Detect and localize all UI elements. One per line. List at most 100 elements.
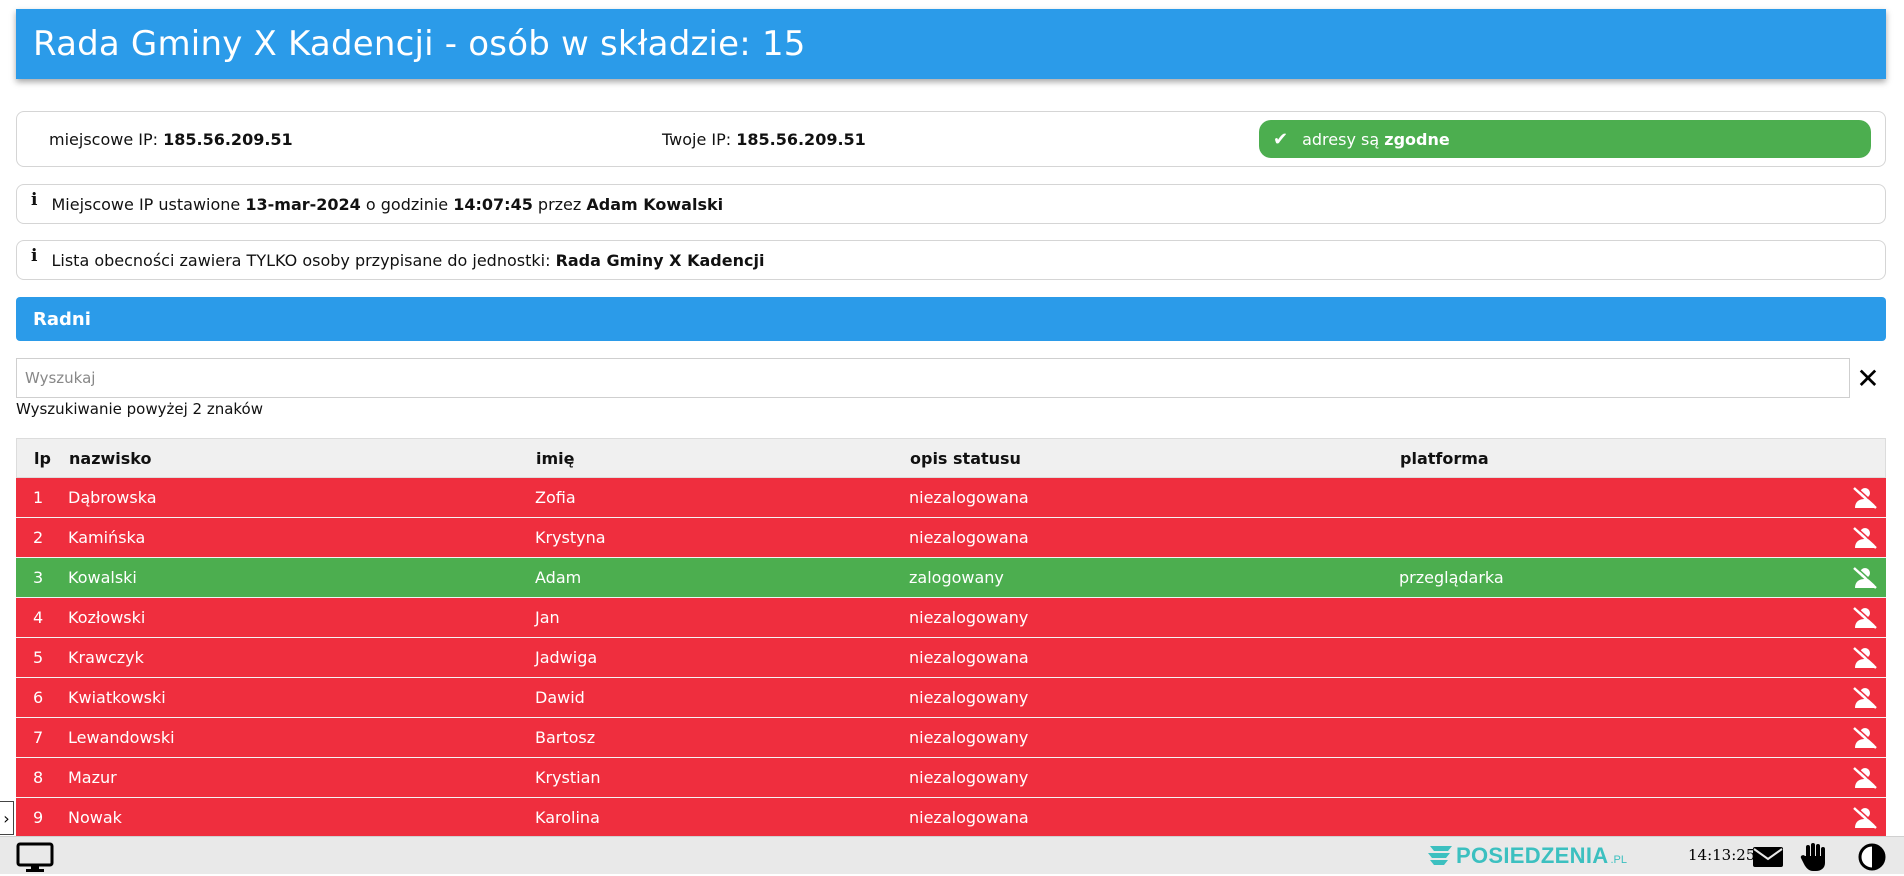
logo-text: POSIEDZENIA xyxy=(1456,843,1609,868)
hand-icon[interactable] xyxy=(1800,842,1828,876)
cell-nazwisko: Kozłowski xyxy=(68,608,146,627)
posiedzenia-logo: POSIEDZENIA .PL xyxy=(1426,843,1627,869)
ip-set-at: o godzinie xyxy=(365,194,449,214)
monitor-icon[interactable] xyxy=(16,842,56,876)
search-input[interactable] xyxy=(16,358,1850,398)
page-header: Rada Gminy X Kadencji - osób w składzie:… xyxy=(16,9,1886,79)
col-platforma[interactable]: platforma xyxy=(1400,439,1489,477)
attendance-unit: Rada Gminy X Kadencji xyxy=(555,250,765,270)
section-title: Radni xyxy=(33,308,91,330)
user-slash-icon[interactable] xyxy=(1852,518,1878,557)
cell-opis-statusu: niezalogowana xyxy=(909,808,1029,827)
ip-set-time: 14:07:45 xyxy=(453,194,533,214)
table-row[interactable]: 3 Kowalski Adam zalogowany przeglądarka xyxy=(16,558,1886,598)
ip-set-user: Adam Kowalski xyxy=(586,194,724,214)
table-row[interactable]: 9 Nowak Karolina niezalogowana xyxy=(16,798,1886,838)
check-icon: ✔ xyxy=(1273,128,1289,150)
table-body: 1 Dąbrowska Zofia niezalogowana 2 Kamińs… xyxy=(16,478,1886,838)
cell-opis-statusu: niezalogowany xyxy=(909,768,1029,787)
cell-lp: 3 xyxy=(33,568,44,587)
cell-nazwisko: Dąbrowska xyxy=(68,488,157,507)
contrast-icon[interactable] xyxy=(1858,843,1886,875)
attendance-info-text: Lista obecności zawiera TYLKO osoby przy… xyxy=(51,251,764,270)
cell-nazwisko: Nowak xyxy=(68,808,122,827)
table-row[interactable]: 5 Krawczyk Jadwiga niezalogowana xyxy=(16,638,1886,678)
cell-opis-statusu: niezalogowany xyxy=(909,608,1029,627)
cell-opis-statusu: niezalogowana xyxy=(909,528,1029,547)
cell-imie: Jan xyxy=(535,608,560,627)
cell-lp: 5 xyxy=(33,648,44,667)
ip-set-date: 13-mar-2024 xyxy=(245,194,361,214)
cell-opis-statusu: niezalogowana xyxy=(909,488,1029,507)
search-hint: Wyszukiwanie powyżej 2 znaków xyxy=(16,400,263,418)
cell-opis-statusu: zalogowany xyxy=(909,568,1004,587)
cell-imie: Adam xyxy=(535,568,582,587)
cell-imie: Bartosz xyxy=(535,728,596,747)
table-row[interactable]: 8 Mazur Krystian niezalogowany xyxy=(16,758,1886,798)
user-slash-icon[interactable] xyxy=(1852,478,1878,517)
ip-set-info: i Miejscowe IP ustawione 13-mar-2024 o g… xyxy=(16,184,1886,224)
logo-icon xyxy=(1428,846,1452,865)
section-title-bar: Radni xyxy=(16,297,1886,341)
cell-lp: 6 xyxy=(33,688,44,707)
logo-suffix: .PL xyxy=(1610,854,1627,866)
col-nazwisko[interactable]: nazwisko xyxy=(69,439,152,477)
your-ip-value: 185.56.209.51 xyxy=(736,129,866,149)
user-slash-icon[interactable] xyxy=(1852,758,1878,797)
cell-platforma: przeglądarka xyxy=(1399,568,1504,587)
info-icon: i xyxy=(31,190,38,210)
cell-lp: 7 xyxy=(33,728,44,747)
cell-lp: 2 xyxy=(33,528,44,547)
local-ip-label: miejscowe IP: xyxy=(49,129,159,149)
chevron-right-icon: › xyxy=(3,808,10,828)
table-row[interactable]: 2 Kamińska Krystyna niezalogowana xyxy=(16,518,1886,558)
ip-match-badge: ✔ adresy są zgodne xyxy=(1259,120,1871,158)
table-row[interactable]: 6 Kwiatkowski Dawid niezalogowany xyxy=(16,678,1886,718)
cell-nazwisko: Kwiatkowski xyxy=(68,688,166,707)
cell-opis-statusu: niezalogowany xyxy=(909,728,1029,747)
ip-set-info-text: Miejscowe IP ustawione 13-mar-2024 o god… xyxy=(51,195,723,214)
user-slash-icon[interactable] xyxy=(1852,678,1878,717)
ip-set-text: Miejscowe IP ustawione xyxy=(51,194,241,214)
mail-icon[interactable] xyxy=(1752,845,1784,873)
cell-nazwisko: Krawczyk xyxy=(68,648,144,667)
user-slash-icon[interactable] xyxy=(1852,718,1878,757)
cell-lp: 9 xyxy=(33,808,44,827)
cell-nazwisko: Kamińska xyxy=(68,528,146,547)
cell-imie: Zofia xyxy=(535,488,576,507)
councillors-table: lp nazwisko imię opis statusu platforma … xyxy=(16,438,1886,838)
ip-match-prefix: adresy są xyxy=(1302,129,1380,149)
cell-imie: Krystian xyxy=(535,768,601,787)
user-slash-icon[interactable] xyxy=(1852,598,1878,637)
clear-search-button[interactable]: ✕ xyxy=(1856,358,1880,398)
table-row[interactable]: 1 Dąbrowska Zofia niezalogowana xyxy=(16,478,1886,518)
your-ip-label: Twoje IP: xyxy=(662,129,732,149)
your-ip: Twoje IP: 185.56.209.51 xyxy=(662,130,866,149)
user-slash-icon[interactable] xyxy=(1852,638,1878,677)
local-ip: miejscowe IP: 185.56.209.51 xyxy=(49,130,293,149)
cell-imie: Karolina xyxy=(535,808,600,827)
col-opis-statusu[interactable]: opis statusu xyxy=(910,439,1021,477)
cell-lp: 1 xyxy=(33,488,44,507)
ip-set-by: przez xyxy=(537,194,582,214)
cell-imie: Dawid xyxy=(535,688,585,707)
table-row[interactable]: 4 Kozłowski Jan niezalogowany xyxy=(16,598,1886,638)
ip-panel: miejscowe IP: 185.56.209.51 Twoje IP: 18… xyxy=(16,111,1886,167)
cell-opis-statusu: niezalogowany xyxy=(909,688,1029,707)
col-lp[interactable]: lp xyxy=(34,439,51,477)
cell-lp: 4 xyxy=(33,608,44,627)
table-row[interactable]: 7 Lewandowski Bartosz niezalogowany xyxy=(16,718,1886,758)
sidebar-toggle[interactable]: › xyxy=(0,801,14,835)
col-imie[interactable]: imię xyxy=(536,439,575,477)
ip-match-value: zgodne xyxy=(1384,129,1450,149)
user-slash-icon[interactable] xyxy=(1852,798,1878,837)
cell-nazwisko: Mazur xyxy=(68,768,117,787)
local-ip-value: 185.56.209.51 xyxy=(163,129,293,149)
footer-bar: POSIEDZENIA .PL 14:13:25 xyxy=(0,836,1904,874)
attendance-info: i Lista obecności zawiera TYLKO osoby pr… xyxy=(16,240,1886,280)
cell-imie: Krystyna xyxy=(535,528,606,547)
cell-nazwisko: Lewandowski xyxy=(68,728,175,747)
user-slash-icon[interactable] xyxy=(1852,558,1878,597)
cell-imie: Jadwiga xyxy=(535,648,598,667)
cell-opis-statusu: niezalogowana xyxy=(909,648,1029,667)
